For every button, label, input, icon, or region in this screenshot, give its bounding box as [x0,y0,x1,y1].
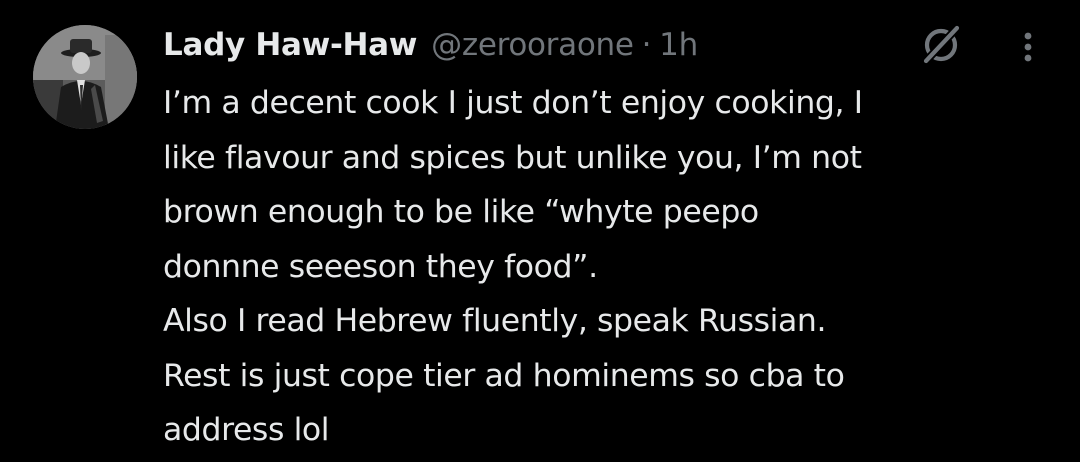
tweet-text-line: I’m a decent cook I just don’t enjoy coo… [163,85,863,121]
tweet-text-line: like flavour and spices but unlike you, … [163,139,862,176]
tweet-text-line: donnne seeeson they food”. [163,248,598,285]
tweet-text-line: Also I read Hebrew fluently, speak Russi… [163,303,827,339]
tweet[interactable]: Lady Haw-Haw @zerooraone · 1h I’m a dece… [0,0,1080,462]
tweet-header: Lady Haw-Haw @zerooraone · 1h [163,22,698,68]
user-handle[interactable]: @zerooraone [431,27,634,63]
display-name[interactable]: Lady Haw-Haw [163,27,417,63]
tweet-text-line: address lol [163,412,330,448]
grok-icon[interactable] [917,22,967,66]
tweet-text-line: Rest is just cope tier ad hominems so cb… [163,357,845,394]
tweet-text-line: brown enough to be like “whyte peepo [163,194,759,230]
more-options-icon[interactable] [1008,26,1048,66]
timestamp[interactable]: 1h [659,27,698,63]
tweet-text: I’m a decent cook I just don’t enjoy coo… [163,76,1063,458]
profile-photo-icon [33,25,137,129]
header-separator: · [641,27,652,63]
avatar[interactable] [33,25,137,129]
